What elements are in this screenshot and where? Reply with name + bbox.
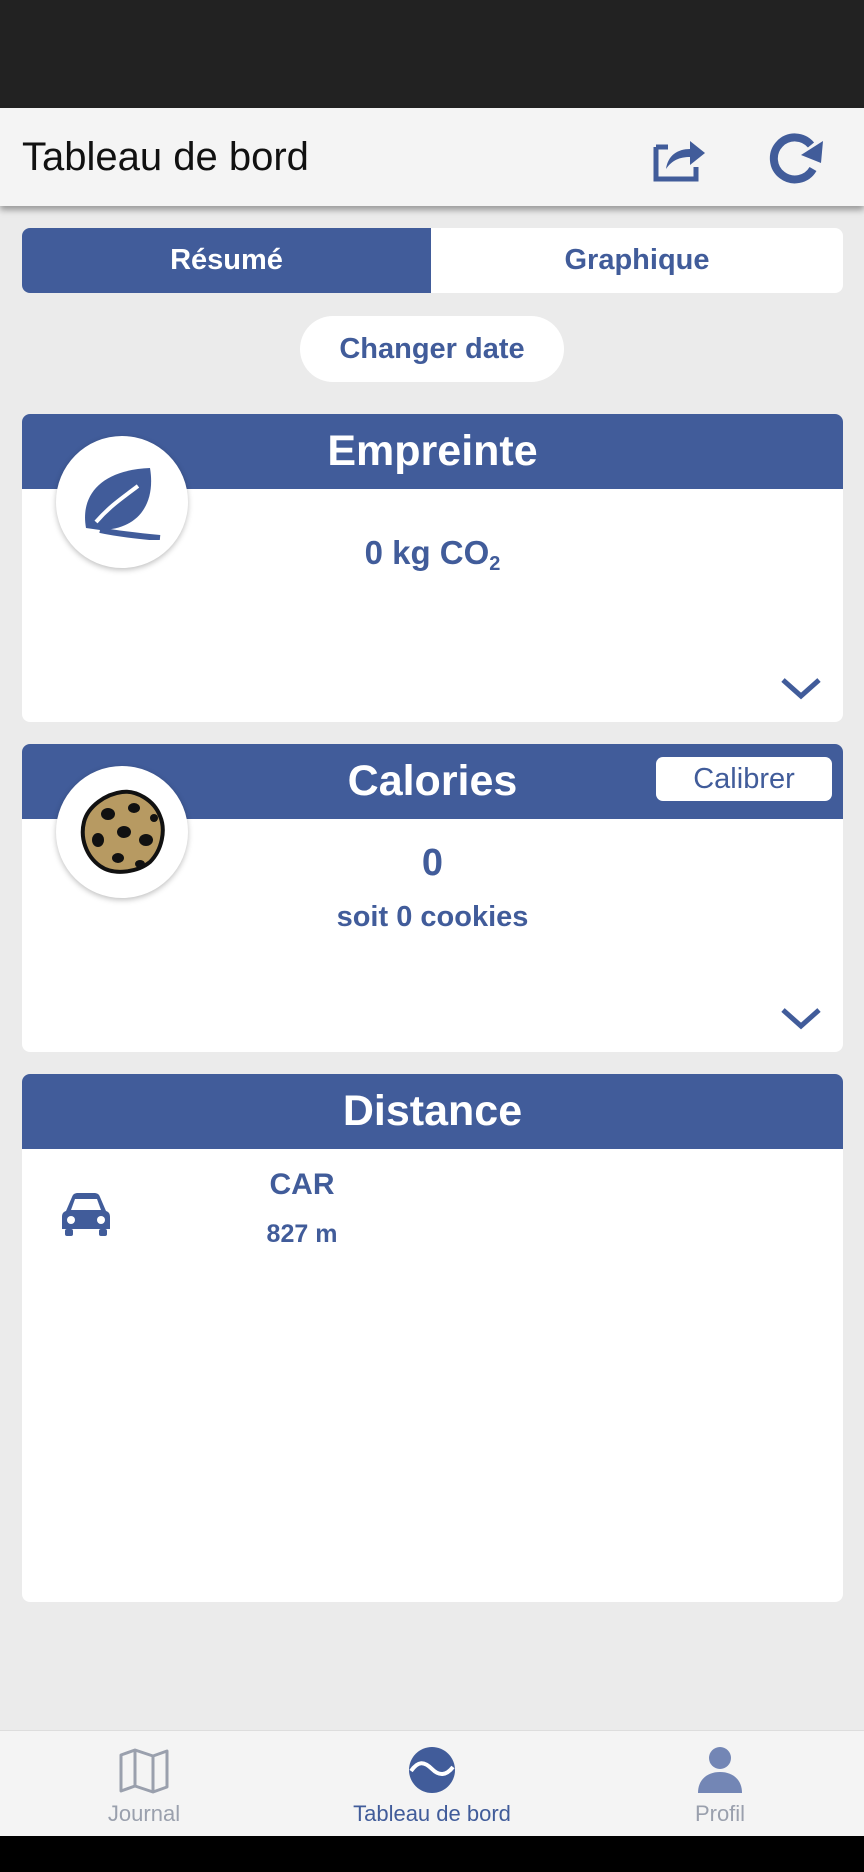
nav-dashboard-label: Tableau de bord [353,1801,511,1826]
user-icon [698,1747,742,1793]
page-title: Tableau de bord [22,135,309,179]
tab-chart[interactable]: Graphique [431,228,843,293]
chevron-down-icon[interactable] [779,1004,823,1032]
nav-journal[interactable]: Journal [0,1731,288,1837]
share-button[interactable] [650,130,710,186]
nav-dashboard[interactable]: Tableau de bord [288,1731,576,1837]
nav-profile[interactable]: Profil [576,1731,864,1837]
calibrate-button[interactable]: Calibrer [656,757,832,801]
distance-value: 827 m [266,1220,338,1248]
dashboard-icon [409,1747,455,1793]
distance-title: Distance [22,1074,843,1149]
nav-profile-label: Profil [694,1801,746,1826]
share-icon [653,141,705,182]
cookie-icon [80,789,165,874]
distance-card: Distance CAR 827 m [22,1074,843,1602]
bottom-nav: Journal Tableau de bord Profil [0,1730,864,1836]
calories-cookies: soit 0 cookies [336,901,529,933]
status-bar [0,0,864,108]
refresh-icon [769,133,823,184]
chevron-down-icon[interactable] [779,674,823,702]
tab-summary[interactable]: Résumé [22,228,431,293]
change-date-button[interactable]: Changer date [300,316,564,382]
refresh-button[interactable] [765,130,825,186]
app-header: Tableau de bord [0,108,864,206]
system-nav-bar [0,1836,864,1872]
footprint-badge [56,436,188,568]
distance-mode: CAR [269,1168,335,1201]
map-icon [119,1748,169,1794]
nav-journal-label: Journal [107,1801,181,1826]
leaf-icon [85,468,161,540]
car-icon [62,1193,110,1236]
view-toggle: Résumé Graphique [22,228,843,293]
calories-badge [56,766,188,898]
